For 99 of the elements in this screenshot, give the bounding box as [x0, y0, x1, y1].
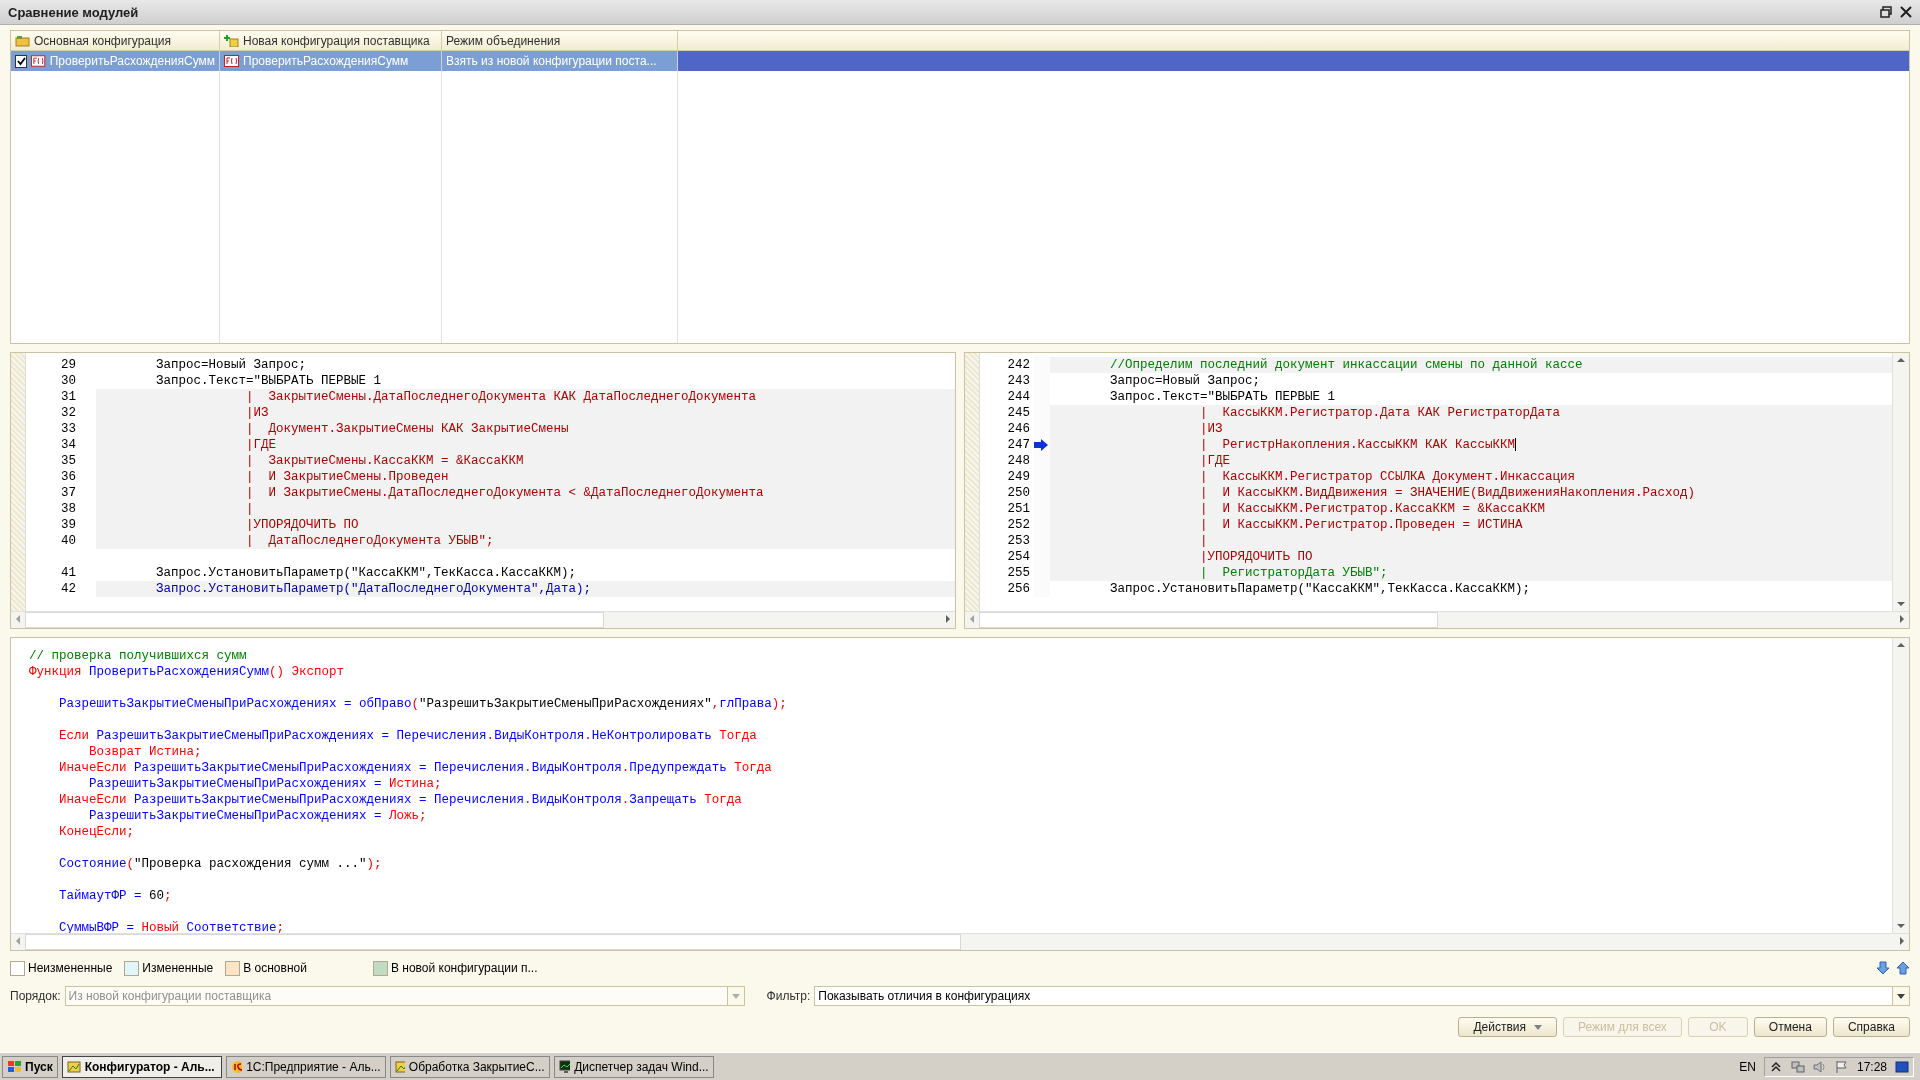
- dialog-button[interactable]: Действия: [1458, 1017, 1558, 1037]
- line-number: 251: [1006, 502, 1031, 516]
- code-line: РазрешитьЗакрытиеСменыПриРасхождениях = Истина;: [88, 776, 443, 792]
- taskbar-button[interactable]: 1С:Предприятие - Аль...: [225, 1056, 386, 1078]
- caret-icon: [1534, 1024, 1543, 1030]
- column-header[interactable]: Режим объединения: [442, 31, 678, 51]
- line-number: 35: [60, 454, 77, 468]
- scroll-up-icon[interactable]: [1897, 357, 1905, 363]
- line-number: 250: [1006, 486, 1031, 500]
- code-line: РазрешитьЗакрытиеСменыПриРасхождениях = Ложь;: [88, 808, 428, 824]
- code-line: ТаймаутФР = 60;: [58, 888, 173, 904]
- code-editor[interactable]: [10, 637, 1910, 951]
- line-number: 40: [60, 534, 77, 548]
- taskbar-button[interactable]: Диспетчер задач Wind...: [553, 1056, 714, 1078]
- function-icon: [224, 55, 239, 67]
- taskbar-button[interactable]: Обработка ЗакрытиеС...: [389, 1056, 550, 1078]
- start-button[interactable]: Пуск: [2, 1056, 58, 1078]
- scroll-down-icon[interactable]: [1897, 923, 1905, 929]
- line-number: 256: [1006, 582, 1031, 596]
- line-number: 30: [60, 374, 77, 388]
- code-line: Запрос.УстановитьПараметр("КассаККМ",ТекКасса.КассаККМ);: [1109, 581, 1532, 597]
- scroll-right-icon[interactable]: [945, 615, 951, 623]
- line-number: 242: [1006, 358, 1031, 372]
- horizontal-scrollbar[interactable]: [11, 611, 955, 628]
- function-icon: [31, 55, 46, 67]
- checkbox[interactable]: [15, 54, 28, 68]
- line-number: 39: [60, 518, 77, 532]
- line-number: 255: [1006, 566, 1031, 580]
- scroll-up-icon[interactable]: [1897, 642, 1905, 648]
- line-number: 253: [1006, 534, 1031, 548]
- horizontal-scrollbar[interactable]: [11, 933, 1909, 950]
- taskbar-button[interactable]: Конфигуратор - Аль...: [61, 1056, 222, 1078]
- field-label: Порядок:: [10, 989, 61, 1003]
- vertical-scrollbar[interactable]: [1892, 353, 1909, 611]
- code-line: Запрос.Текст="ВЫБРАТЬ ПЕРВЫЕ 1: [1109, 389, 1337, 405]
- legend-label: Неизмененные: [28, 961, 113, 975]
- code-line: Запрос=Новый Запрос;: [1109, 373, 1262, 389]
- legend-label: Измененные: [142, 961, 214, 975]
- up-arrow-icon[interactable]: [1896, 961, 1910, 975]
- code-line: Если РазрешитьЗакрытиеСменыПриРасхождениях = Перечисления.ВидыКонтроля.НеКонтролировать Тогда: [58, 728, 758, 744]
- scroll-down-icon[interactable]: [1897, 601, 1905, 607]
- line-number: 42: [60, 582, 77, 596]
- line-number: 29: [60, 358, 77, 372]
- vertical-scrollbar[interactable]: [1892, 638, 1909, 933]
- code-line: Функция ПроверитьРасхожденияСумм() Экспорт: [29, 664, 346, 680]
- folder-icon: [15, 34, 30, 47]
- code-line: Запрос=Новый Запрос;: [155, 357, 308, 373]
- line-number: 243: [1006, 374, 1031, 388]
- clock: 17:28: [1856, 1060, 1887, 1074]
- plus-document-icon: [224, 34, 239, 47]
- close-icon[interactable]: [1900, 6, 1912, 18]
- line-number: 246: [1006, 422, 1031, 436]
- window-title: Сравнение модулей: [8, 4, 140, 20]
- column-header[interactable]: Основная конфигурация: [11, 31, 220, 51]
- line-number: 245: [1006, 406, 1031, 420]
- line-number: 38: [60, 502, 77, 516]
- dialog-button[interactable]: Справка: [1832, 1017, 1910, 1037]
- legend-label: В новой конфигурации п...: [390, 961, 538, 975]
- circle-logo-icon: [230, 1060, 243, 1074]
- scroll-right-icon[interactable]: [1899, 615, 1905, 623]
- line-number: 37: [60, 486, 77, 500]
- line-number: 252: [1006, 518, 1031, 532]
- code-line: Возврат Истина;: [88, 744, 203, 760]
- line-number: 248: [1006, 454, 1031, 468]
- line-number: 36: [60, 470, 77, 484]
- flag-icon[interactable]: [1834, 1060, 1849, 1074]
- restore-icon[interactable]: [1880, 6, 1892, 18]
- windows-logo-icon: [7, 1060, 23, 1074]
- code-line: Запрос.УстановитьПараметр("КассаККМ",ТекКасса.КассаККМ);: [155, 565, 578, 581]
- code-line: ИначеЕсли РазрешитьЗакрытиеСменыПриРасхождениях = Перечисления.ВидыКонтроля.Запрещать Тогда: [58, 792, 743, 808]
- line-number: 32: [60, 406, 77, 420]
- code-line: СуммыВФР = Новый Соответствие;: [58, 920, 286, 933]
- line-number: 31: [60, 390, 77, 404]
- code-line: ИначеЕсли РазрешитьЗакрытиеСменыПриРасхождениях = Перечисления.ВидыКонтроля.Предупреждать Тогда: [58, 760, 773, 776]
- code-line: КонецЕсли;: [58, 824, 136, 840]
- line-number: 247: [1006, 438, 1031, 452]
- picture-icon: [394, 1060, 405, 1074]
- code-line: РазрешитьЗакрытиеСменыПриРасхождениях = обПраво("РазрешитьЗакрытиеСменыПриРасхождениях",глПрава);: [58, 696, 788, 712]
- field-label: Фильтр:: [766, 989, 811, 1003]
- line-number: 33: [60, 422, 77, 436]
- dropdown-arrow-icon[interactable]: [1897, 993, 1905, 999]
- network-icon[interactable]: [1790, 1060, 1805, 1074]
- dialog-button[interactable]: Отмена: [1753, 1017, 1827, 1037]
- line-number: 249: [1006, 470, 1031, 484]
- line-number: 41: [60, 566, 77, 580]
- down-arrow-icon[interactable]: [1876, 961, 1890, 975]
- line-number: 34: [60, 438, 77, 452]
- code-line: Состояние("Проверка расхождения сумм ...");: [58, 856, 383, 872]
- language-indicator[interactable]: EN: [1739, 1060, 1756, 1074]
- line-number: 254: [1006, 550, 1031, 564]
- scroll-right-icon[interactable]: [1899, 937, 1905, 945]
- horizontal-scrollbar[interactable]: [965, 611, 1909, 628]
- code-line: // проверка получившихся сумм: [29, 648, 248, 664]
- column-header[interactable]: Новая конфигурация поставщика: [220, 31, 442, 51]
- picture-icon: [66, 1060, 81, 1074]
- legend-label: В основной: [243, 961, 307, 975]
- code-line: Запрос.Текст="ВЫБРАТЬ ПЕРВЫЕ 1: [155, 373, 383, 389]
- line-number: 244: [1006, 390, 1031, 404]
- text-cursor: [1515, 438, 1517, 452]
